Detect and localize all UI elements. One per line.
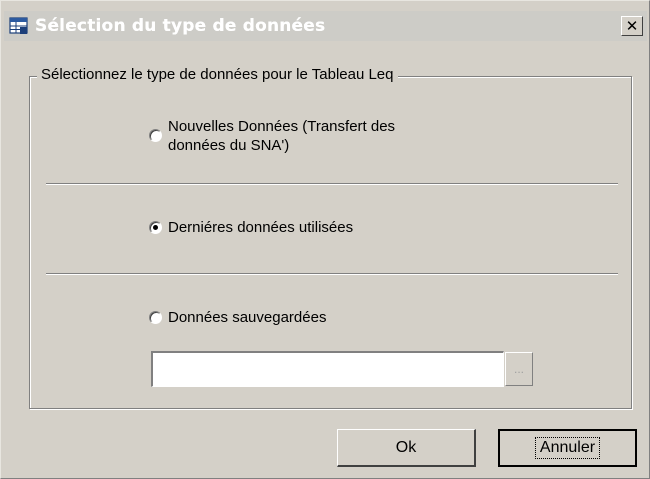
browse-button[interactable]: ... xyxy=(505,352,533,386)
ok-button[interactable]: Ok xyxy=(337,429,476,467)
close-icon: ✕ xyxy=(625,16,639,35)
cancel-button[interactable]: Annuler xyxy=(498,429,637,467)
option-new-data-label: Nouvelles Données (Transfert des données… xyxy=(168,117,395,155)
saved-data-path-input[interactable] xyxy=(151,351,504,387)
dialog-window: Sélection du type de données ✕ Sélection… xyxy=(0,0,650,479)
close-button[interactable]: ✕ xyxy=(621,16,643,36)
ok-button-label: Ok xyxy=(395,438,417,456)
browse-button-label: ... xyxy=(513,362,524,376)
radio-new-data[interactable] xyxy=(149,129,162,142)
option-saved-data[interactable]: Données sauvegardées xyxy=(149,308,326,327)
option-new-data[interactable]: Nouvelles Données (Transfert des données… xyxy=(149,117,395,155)
data-table-icon xyxy=(8,16,30,36)
radio-saved-data[interactable] xyxy=(149,311,162,324)
group-legend: Sélectionnez le type de données pour le … xyxy=(37,65,398,85)
window-title: Sélection du type de données xyxy=(35,16,326,36)
option-last-used-label: Derniéres données utilisées xyxy=(168,219,354,236)
radio-last-used[interactable] xyxy=(149,221,162,234)
option-saved-data-label: Données sauvegardées xyxy=(168,309,327,326)
separator-1 xyxy=(46,183,618,185)
title-bar: Sélection du type de données ✕ xyxy=(4,11,647,41)
option-new-data-label-line1: Nouvelles Données (Transfert des xyxy=(168,118,396,135)
cancel-button-label: Annuler xyxy=(534,437,601,459)
option-new-data-label-line2: données du SNA') xyxy=(168,137,290,154)
separator-2 xyxy=(46,273,618,275)
option-last-used[interactable]: Derniéres données utilisées xyxy=(149,218,353,237)
